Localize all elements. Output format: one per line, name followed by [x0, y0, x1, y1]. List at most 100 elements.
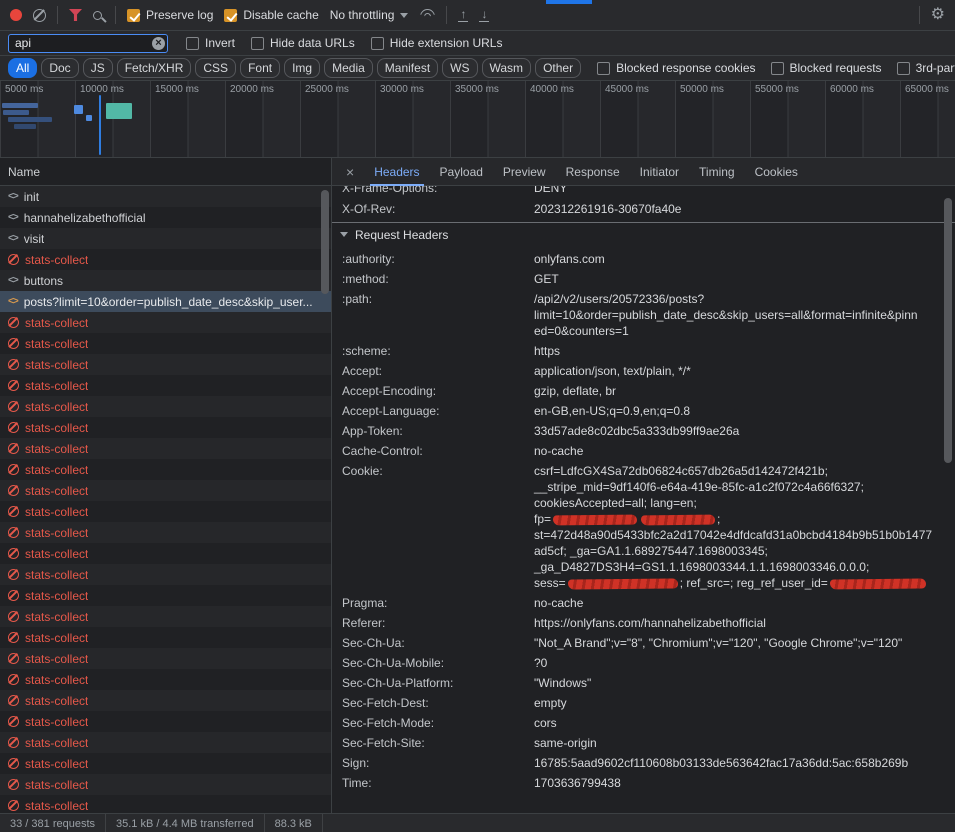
- type-filter-checkbox[interactable]: Blocked requests: [771, 61, 882, 75]
- close-icon[interactable]: [336, 164, 364, 180]
- type-filter-chip[interactable]: Font: [240, 58, 280, 78]
- type-filter-chip[interactable]: Img: [284, 58, 320, 78]
- header-row: Accept-Language: en-GB,en-US;q=0.9,en;q=…: [332, 401, 955, 421]
- request-row[interactable]: stats-collect: [0, 522, 331, 543]
- clear-network-log-icon[interactable]: [33, 9, 46, 22]
- request-row[interactable]: stats-collect: [0, 753, 331, 774]
- header-value: 202312261916-30670fa40e: [534, 201, 937, 217]
- filter-input[interactable]: [8, 34, 168, 53]
- request-row[interactable]: stats-collect: [0, 354, 331, 375]
- requests-panel: Name init hannahelizabethofficial: [0, 158, 332, 813]
- type-filter-chip[interactable]: Other: [535, 58, 581, 78]
- header-row: Sec-Ch-Ua-Mobile: ?0: [332, 653, 955, 673]
- request-row[interactable]: stats-collect: [0, 396, 331, 417]
- search-icon[interactable]: [93, 11, 102, 20]
- type-filter-chip[interactable]: CSS: [195, 58, 236, 78]
- network-conditions-icon[interactable]: [419, 9, 435, 21]
- request-row[interactable]: stats-collect: [0, 606, 331, 627]
- request-row[interactable]: stats-collect: [0, 375, 331, 396]
- import-har-icon[interactable]: ↑: [458, 8, 468, 22]
- request-row[interactable]: stats-collect: [0, 417, 331, 438]
- request-type-filter-bar: All Doc JS Fetch/XHR CSS Font Img Media …: [0, 56, 955, 81]
- type-chip-group: All Doc JS Fetch/XHR CSS Font Img Media …: [8, 58, 581, 78]
- request-row[interactable]: stats-collect: [0, 438, 331, 459]
- details-tab[interactable]: Payload: [430, 158, 493, 186]
- record-button[interactable]: [10, 9, 22, 21]
- request-row[interactable]: stats-collect: [0, 585, 331, 606]
- request-name: stats-collect: [25, 673, 88, 687]
- timeline-overview[interactable]: 5000 ms 10000 ms 15000 ms 20000 ms 25000…: [0, 81, 955, 158]
- export-har-icon[interactable]: ↓: [479, 8, 489, 22]
- type-filter-chip[interactable]: Fetch/XHR: [117, 58, 192, 78]
- request-row[interactable]: stats-collect: [0, 711, 331, 732]
- filter-checkbox[interactable]: Hide extension URLs: [371, 36, 503, 50]
- request-row[interactable]: stats-collect: [0, 795, 331, 813]
- timeline-label: 15000 ms: [150, 84, 225, 95]
- settings-gear-icon[interactable]: ⚙: [931, 7, 945, 23]
- request-name: stats-collect: [25, 442, 88, 456]
- type-filter-checkbox[interactable]: Blocked response cookies: [597, 61, 755, 75]
- details-tab[interactable]: Initiator: [630, 158, 689, 186]
- type-filter-chip[interactable]: All: [8, 58, 37, 78]
- details-tab[interactable]: Headers: [364, 158, 429, 186]
- request-row[interactable]: stats-collect: [0, 669, 331, 690]
- filter-checkbox[interactable]: Invert: [186, 36, 235, 50]
- request-row[interactable]: init: [0, 186, 331, 207]
- request-row[interactable]: posts?limit=10&order=publish_date_desc&s…: [0, 291, 331, 312]
- checkbox-icon: [597, 62, 610, 75]
- requests-scrollbar[interactable]: [321, 190, 329, 294]
- requests-count: 33 / 381 requests: [0, 814, 106, 832]
- type-filter-checkbox[interactable]: 3rd-party requests: [897, 61, 955, 75]
- type-filter-chip[interactable]: WS: [442, 58, 477, 78]
- preserve-log-checkbox[interactable]: Preserve log: [127, 8, 213, 22]
- request-row[interactable]: stats-collect: [0, 543, 331, 564]
- request-row[interactable]: stats-collect: [0, 480, 331, 501]
- header-row: Sec-Fetch-Site: same-origin: [332, 733, 955, 753]
- transferred-size: 35.1 kB / 4.4 MB transferred: [106, 814, 265, 832]
- details-tab[interactable]: Cookies: [745, 158, 808, 186]
- details-tab[interactable]: Response: [556, 158, 630, 186]
- details-tab[interactable]: Preview: [493, 158, 556, 186]
- request-row[interactable]: stats-collect: [0, 774, 331, 795]
- request-row[interactable]: stats-collect: [0, 333, 331, 354]
- clear-filter-icon[interactable]: [152, 37, 165, 50]
- request-row[interactable]: stats-collect: [0, 501, 331, 522]
- request-row[interactable]: buttons: [0, 270, 331, 291]
- details-scrollbar[interactable]: [944, 198, 952, 463]
- request-row[interactable]: stats-collect: [0, 249, 331, 270]
- name-column-header[interactable]: Name: [0, 158, 331, 186]
- request-row[interactable]: stats-collect: [0, 732, 331, 753]
- filter-icon[interactable]: [69, 9, 82, 21]
- disable-cache-checkbox[interactable]: Disable cache: [224, 8, 318, 22]
- header-row: X-Of-Rev: 202312261916-30670fa40e: [332, 199, 955, 219]
- request-name: hannahelizabethofficial: [24, 211, 146, 225]
- type-filter-chip[interactable]: Manifest: [377, 58, 438, 78]
- request-name: stats-collect: [25, 652, 88, 666]
- request-headers-list: :authority: onlyfans.com :method: GET :p…: [332, 249, 955, 793]
- type-filter-chip[interactable]: Media: [324, 58, 373, 78]
- request-row[interactable]: stats-collect: [0, 312, 331, 333]
- request-name: stats-collect: [25, 484, 88, 498]
- details-tab[interactable]: Timing: [689, 158, 745, 186]
- filter-bar: Invert Hide data URLs Hide extension URL…: [0, 31, 955, 56]
- request-headers-section[interactable]: Request Headers: [332, 222, 955, 246]
- request-row[interactable]: stats-collect: [0, 627, 331, 648]
- header-row: Sign: 16785:5aad9602cf110608b03133de5636…: [332, 753, 955, 773]
- header-value: empty: [534, 695, 937, 711]
- request-name: visit: [24, 232, 45, 246]
- header-row: Accept: application/json, text/plain, */…: [332, 361, 955, 381]
- throttling-dropdown[interactable]: No throttling: [330, 8, 409, 22]
- request-row[interactable]: stats-collect: [0, 648, 331, 669]
- type-filter-chip[interactable]: JS: [83, 58, 113, 78]
- request-row[interactable]: stats-collect: [0, 690, 331, 711]
- type-filter-chip[interactable]: Doc: [41, 58, 78, 78]
- request-row[interactable]: visit: [0, 228, 331, 249]
- header-value: /api2/v2/users/20572336/posts?limit=10&o…: [534, 291, 937, 339]
- request-name: posts?limit=10&order=publish_date_desc&s…: [24, 295, 313, 309]
- request-row[interactable]: hannahelizabethofficial: [0, 207, 331, 228]
- request-row[interactable]: stats-collect: [0, 564, 331, 585]
- type-filter-chip[interactable]: Wasm: [482, 58, 532, 78]
- request-row[interactable]: stats-collect: [0, 459, 331, 480]
- filter-checkbox[interactable]: Hide data URLs: [251, 36, 355, 50]
- request-type-icon: [8, 590, 19, 601]
